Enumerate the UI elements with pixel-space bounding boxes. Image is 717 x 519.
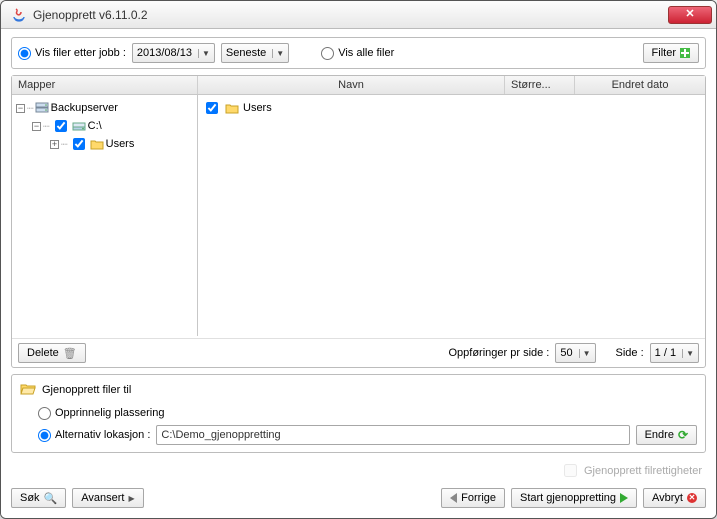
change-label: Endre bbox=[645, 429, 674, 441]
search-label: Søk bbox=[20, 492, 40, 504]
expand-icon[interactable]: + bbox=[50, 140, 59, 149]
previous-button[interactable]: Forrige bbox=[441, 488, 505, 508]
play-icon bbox=[620, 493, 628, 503]
date-select[interactable]: 2013/08/13 ▼ bbox=[132, 43, 215, 63]
order-value: Seneste bbox=[226, 47, 266, 59]
chevron-down-icon: ▼ bbox=[272, 49, 284, 58]
order-select[interactable]: Seneste ▼ bbox=[221, 43, 289, 63]
list-checkbox[interactable] bbox=[206, 102, 218, 114]
per-page-label: Oppføringer pr side : bbox=[448, 347, 549, 359]
page-value: 1 / 1 bbox=[655, 347, 676, 359]
per-page-value: 50 bbox=[560, 347, 572, 359]
trash-icon: 🗑 bbox=[63, 347, 77, 360]
list-item-name: Users bbox=[243, 102, 701, 114]
close-button[interactable]: ✕ bbox=[668, 6, 712, 24]
cancel-button[interactable]: Avbryt ✕ bbox=[643, 488, 706, 508]
tree-connector: ┈ bbox=[27, 102, 33, 115]
tree-node-users[interactable]: + ┈ Users bbox=[14, 135, 195, 153]
destination-title-row: Gjenopprett filer til bbox=[20, 381, 697, 398]
collapse-icon[interactable]: − bbox=[16, 104, 25, 113]
restore-rights-label: Gjenopprett filrettigheter bbox=[584, 465, 702, 477]
client-area: Vis filer etter jobb : 2013/08/13 ▼ Sene… bbox=[1, 29, 716, 518]
page-label: Side : bbox=[616, 347, 644, 359]
drive-icon bbox=[72, 120, 86, 132]
server-icon bbox=[35, 102, 49, 114]
view-all-label: Vis alle filer bbox=[338, 47, 394, 59]
chevron-right-icon: ▶ bbox=[128, 494, 134, 503]
change-button[interactable]: Endre ⟳ bbox=[636, 425, 697, 445]
alt-location-radio[interactable]: Alternativ lokasjon : bbox=[38, 429, 150, 442]
original-location-radio[interactable]: Opprinnelig plassering bbox=[38, 407, 164, 420]
browser-body: − ┈ Backupserver − ┈ C:\ + ┈ bbox=[12, 95, 705, 336]
page-select[interactable]: 1 / 1 ▼ bbox=[650, 343, 699, 363]
tree-users-label: Users bbox=[106, 138, 135, 150]
filter-label: Filter bbox=[652, 47, 676, 59]
chevron-down-icon: ▼ bbox=[198, 49, 210, 58]
alt-location-label: Alternativ lokasjon : bbox=[55, 429, 150, 441]
action-bar: Søk 🔍 Avansert ▶ Forrige Start gjenoppre… bbox=[11, 486, 706, 510]
collapse-icon[interactable]: − bbox=[32, 122, 41, 131]
advanced-button[interactable]: Avansert ▶ bbox=[72, 488, 143, 508]
tree-node-root[interactable]: − ┈ Backupserver bbox=[14, 99, 195, 117]
plus-icon bbox=[680, 48, 690, 58]
delete-label: Delete bbox=[27, 347, 59, 359]
per-page-select[interactable]: 50 ▼ bbox=[555, 343, 595, 363]
view-by-job-radio[interactable]: Vis filer etter jobb : bbox=[18, 47, 126, 60]
alt-location-row: Alternativ lokasjon : C:\Demo_gjenoppret… bbox=[20, 424, 697, 446]
filter-bar: Vis filer etter jobb : 2013/08/13 ▼ Sene… bbox=[11, 37, 706, 69]
file-list[interactable]: Users bbox=[198, 95, 705, 336]
view-all-radio[interactable]: Vis alle filer bbox=[321, 47, 394, 60]
start-restore-button[interactable]: Start gjenoppretting bbox=[511, 488, 637, 508]
tree-drive-label: C:\ bbox=[88, 120, 102, 132]
previous-label: Forrige bbox=[461, 492, 496, 504]
filter-button[interactable]: Filter bbox=[643, 43, 699, 63]
rights-row: Gjenopprett filrettigheter bbox=[11, 459, 706, 480]
original-location-label: Opprinnelig plassering bbox=[55, 407, 164, 419]
cancel-icon: ✕ bbox=[687, 493, 697, 503]
tree-connector: ┈ bbox=[43, 120, 49, 133]
titlebar: Gjenopprett v6.11.0.2 ✕ bbox=[1, 1, 716, 29]
tree-node-drive[interactable]: − ┈ C:\ bbox=[14, 117, 195, 135]
tree-checkbox[interactable] bbox=[73, 138, 85, 150]
header-modified[interactable]: Endret dato bbox=[575, 76, 705, 94]
header-folders[interactable]: Mapper bbox=[12, 76, 198, 94]
alt-path-input[interactable]: C:\Demo_gjenoppretting bbox=[156, 425, 629, 445]
view-by-job-label: Vis filer etter jobb : bbox=[35, 47, 126, 59]
chevron-down-icon: ▼ bbox=[682, 349, 694, 358]
search-button[interactable]: Søk 🔍 bbox=[11, 488, 66, 508]
advanced-label: Avansert bbox=[81, 492, 124, 504]
pager-bar: Delete 🗑 Oppføringer pr side : 50 ▼ Side… bbox=[12, 338, 705, 367]
start-label: Start gjenoppretting bbox=[520, 492, 616, 504]
file-browser: Mapper Navn Større... Endret dato − ┈ Ba… bbox=[11, 75, 706, 368]
open-folder-icon bbox=[20, 381, 36, 398]
list-item[interactable]: Users bbox=[202, 99, 701, 117]
window-title: Gjenopprett v6.11.0.2 bbox=[33, 8, 668, 22]
header-name[interactable]: Navn bbox=[198, 76, 505, 94]
arrow-left-icon bbox=[450, 493, 457, 503]
column-headers: Mapper Navn Større... Endret dato bbox=[12, 76, 705, 95]
tree-connector: ┈ bbox=[61, 138, 67, 151]
date-value: 2013/08/13 bbox=[137, 47, 192, 59]
tree-checkbox[interactable] bbox=[55, 120, 67, 132]
chevron-down-icon: ▼ bbox=[579, 349, 591, 358]
restore-rights-checkbox[interactable]: Gjenopprett filrettigheter bbox=[560, 461, 702, 480]
window: Gjenopprett v6.11.0.2 ✕ Vis filer etter … bbox=[0, 0, 717, 519]
cancel-label: Avbryt bbox=[652, 492, 683, 504]
search-icon: 🔍 bbox=[44, 492, 58, 505]
tree-root-label: Backupserver bbox=[51, 102, 118, 114]
delete-button[interactable]: Delete 🗑 bbox=[18, 343, 86, 363]
java-icon bbox=[11, 7, 27, 23]
header-size[interactable]: Større... bbox=[505, 76, 575, 94]
folder-tree[interactable]: − ┈ Backupserver − ┈ C:\ + ┈ bbox=[12, 95, 198, 336]
original-location-row: Opprinnelig plassering bbox=[20, 402, 697, 424]
folder-icon bbox=[90, 138, 104, 150]
refresh-icon: ⟳ bbox=[678, 428, 688, 442]
folder-icon bbox=[225, 102, 239, 114]
destination-panel: Gjenopprett filer til Opprinnelig plasse… bbox=[11, 374, 706, 453]
destination-title: Gjenopprett filer til bbox=[42, 384, 131, 396]
